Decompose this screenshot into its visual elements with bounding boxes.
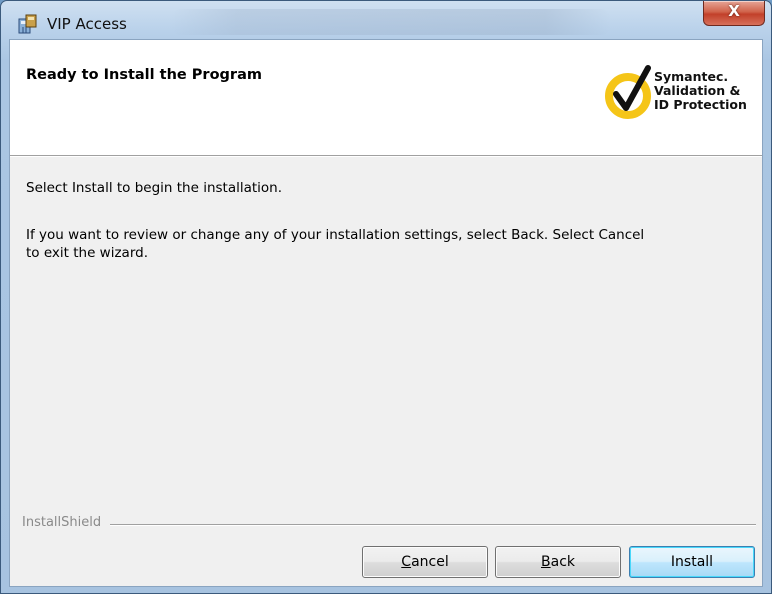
symantec-checkmark-icon (605, 65, 651, 119)
cancel-label: ancel (411, 554, 449, 570)
header-divider (10, 156, 762, 157)
logo-line-2: Validation & (654, 83, 741, 98)
installshield-label: InstallShield (22, 515, 108, 530)
install-button[interactable]: Install (629, 546, 755, 578)
installer-window: VIP Access X Ready to Install the Progra… (0, 0, 772, 594)
logo-text: Symantec. Validation & ID Protection (654, 70, 764, 112)
install-label: Install (670, 554, 714, 570)
back-accelerator: B (541, 554, 551, 570)
logo-line-1: Symantec. (654, 69, 729, 84)
logo-line-3: ID Protection (654, 97, 747, 112)
close-icon: X (728, 2, 740, 20)
review-text: If you want to review or change any of y… (26, 226, 726, 262)
review-text-line-1: If you want to review or change any of y… (26, 227, 645, 243)
instruction-text: Select Install to begin the installation… (26, 180, 283, 196)
footer-divider (110, 524, 756, 526)
back-label: ack (550, 554, 575, 570)
title-bar-glass (171, 9, 611, 35)
dialog-client-area: Ready to Install the Program Symantec. V… (9, 39, 763, 587)
back-button[interactable]: Back (495, 546, 621, 578)
cancel-button[interactable]: Cancel (362, 546, 488, 578)
symantec-logo: Symantec. Validation & ID Protection (604, 62, 754, 132)
review-text-line-2: to exit the wizard. (26, 245, 149, 261)
page-title: Ready to Install the Program (26, 67, 262, 83)
dialog-header: Ready to Install the Program Symantec. V… (10, 40, 762, 156)
installer-icon (17, 13, 39, 35)
title-bar[interactable]: VIP Access X (1, 1, 771, 39)
cancel-accelerator: C (401, 554, 412, 570)
close-button[interactable]: X (703, 1, 765, 26)
window-title: VIP Access (47, 15, 127, 33)
